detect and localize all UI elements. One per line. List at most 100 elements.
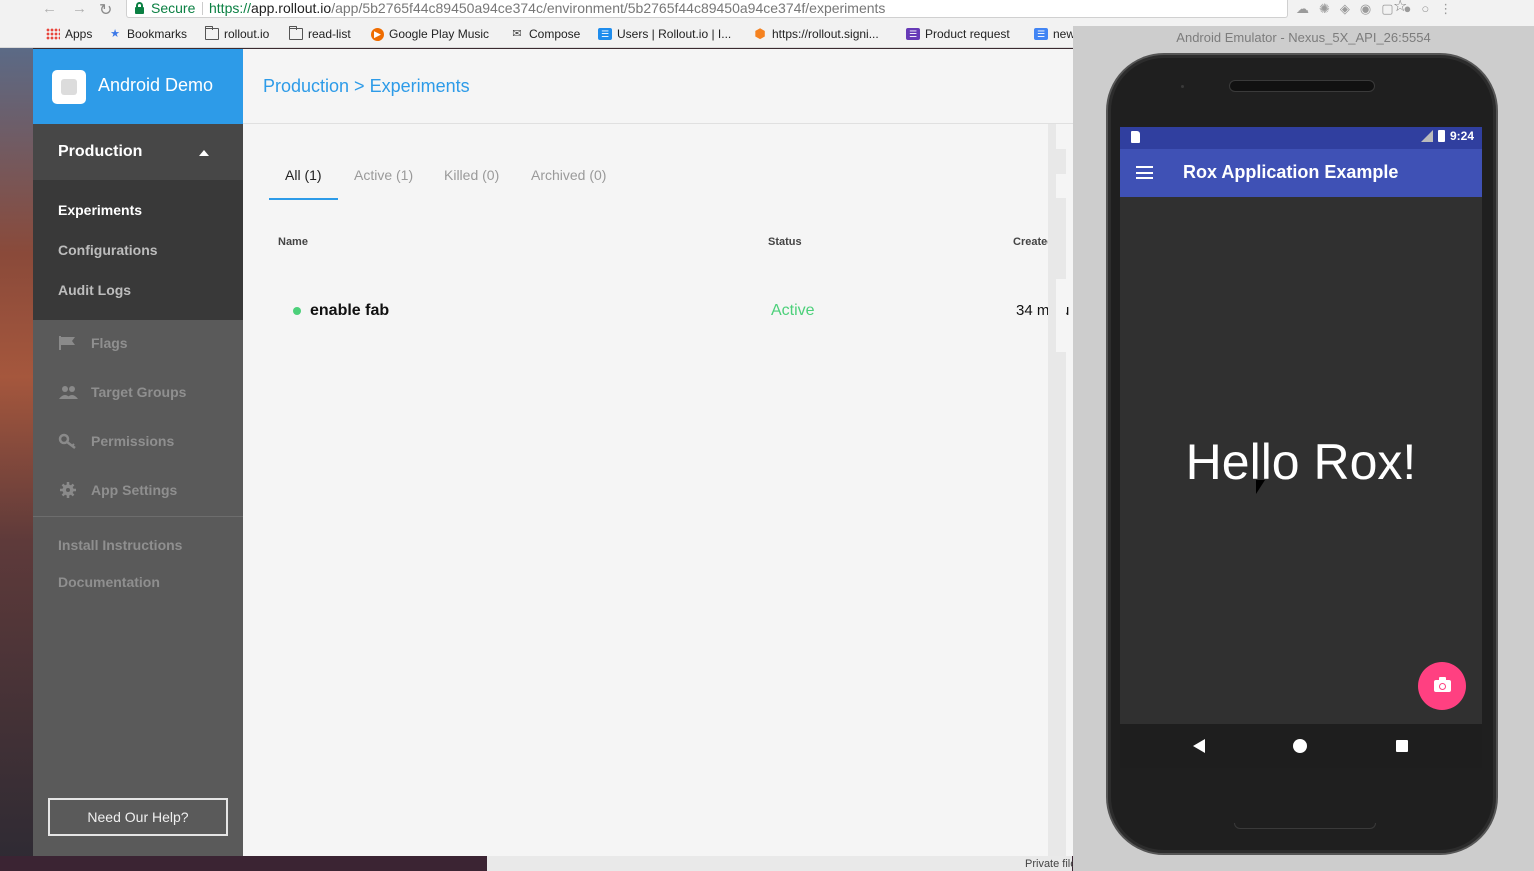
column-header-status[interactable]: Status bbox=[768, 236, 802, 248]
url-protocol: https:// bbox=[209, 0, 252, 16]
brand-header[interactable]: Android Demo bbox=[33, 49, 243, 124]
android-status-bar: 9:24 bbox=[1120, 127, 1482, 149]
subnav-experiments[interactable]: Experiments bbox=[58, 202, 142, 218]
android-app-title: Rox Application Example bbox=[1183, 162, 1399, 182]
tab-all[interactable]: All (1) bbox=[285, 167, 322, 183]
nav-flags[interactable]: Flags bbox=[58, 335, 128, 351]
subnav-configurations[interactable]: Configurations bbox=[58, 242, 158, 258]
address-bar[interactable]: Secure https://app.rollout.io/app/5b2765… bbox=[126, 0, 1407, 18]
sidebar: Android Demo Production Experiments Conf… bbox=[33, 49, 243, 856]
folder-icon bbox=[289, 26, 303, 40]
bookmark-label: rollout.io bbox=[224, 27, 270, 41]
bookmark-label: Product request bbox=[925, 27, 1010, 41]
experiment-name[interactable]: enable fab bbox=[310, 302, 389, 320]
bookmark-compose[interactable]: ✉ Compose bbox=[510, 27, 580, 41]
bookmark-apps[interactable]: Apps bbox=[46, 27, 92, 41]
bookmark-new[interactable]: ☰ new bbox=[1034, 27, 1075, 41]
bookmark-rollout-signin[interactable]: ⬢ https://rollout.signi... bbox=[753, 27, 879, 41]
status-indicators: 9:24 bbox=[1420, 129, 1474, 143]
nav-flags-label: Flags bbox=[91, 335, 128, 351]
menu-icon[interactable] bbox=[1136, 166, 1153, 179]
forward-icon[interactable]: → bbox=[72, 0, 87, 17]
tab-active[interactable]: Active (1) bbox=[354, 167, 413, 183]
bookmark-users-rollout[interactable]: ☰ Users | Rollout.io | I... bbox=[598, 27, 731, 41]
doc-icon: ☰ bbox=[1034, 28, 1048, 40]
status-time: 9:24 bbox=[1449, 129, 1474, 143]
address-separator bbox=[202, 2, 203, 15]
tab-killed[interactable]: Killed (0) bbox=[444, 167, 499, 183]
camera-icon bbox=[1434, 677, 1451, 692]
camera-fab-button[interactable] bbox=[1418, 662, 1466, 710]
bookmark-read-list-folder[interactable]: read-list bbox=[289, 26, 351, 41]
star-icon: ★ bbox=[110, 28, 120, 40]
subnav-audit-logs[interactable]: Audit Logs bbox=[58, 282, 131, 298]
mouse-cursor-icon bbox=[1256, 480, 1265, 494]
home-circle-icon[interactable] bbox=[1293, 739, 1307, 753]
experiment-tabs: All (1) Active (1) Killed (0) Archived (… bbox=[269, 151, 1049, 201]
nav-app-settings[interactable]: App Settings bbox=[58, 482, 177, 498]
bookmark-google-play-music[interactable]: ▶ Google Play Music bbox=[371, 27, 489, 41]
bookmark-label: https://rollout.signi... bbox=[772, 27, 879, 41]
caret-up-icon bbox=[199, 150, 209, 156]
environment-selector[interactable]: Production bbox=[33, 124, 243, 180]
nav-permissions[interactable]: Permissions bbox=[58, 433, 174, 449]
nav-target-groups-label: Target Groups bbox=[91, 384, 187, 400]
secure-label: Secure bbox=[151, 0, 196, 16]
reload-icon[interactable]: ↻ bbox=[99, 0, 112, 20]
bookmark-label: Apps bbox=[65, 27, 93, 41]
status-dot-icon bbox=[293, 307, 301, 315]
users-icon bbox=[58, 384, 78, 400]
url-text: https://app.rollout.io/app/5b2765f44c894… bbox=[209, 0, 885, 16]
folder-icon bbox=[205, 26, 219, 40]
need-help-button[interactable]: Need Our Help? bbox=[48, 798, 228, 836]
scrollbar-gap bbox=[1056, 124, 1066, 149]
bookmark-label: read-list bbox=[308, 27, 351, 41]
compose-icon: ✉ bbox=[512, 28, 522, 40]
taskbar-window-strip bbox=[487, 856, 1072, 871]
status-badge: Active bbox=[771, 302, 815, 319]
play-music-icon: ▶ bbox=[371, 27, 384, 41]
sd-card-icon bbox=[1131, 131, 1140, 143]
page-header: Production > Experiments bbox=[243, 49, 1073, 124]
bookmark-label: Users | Rollout.io | I... bbox=[617, 27, 732, 41]
sidebar-divider bbox=[33, 516, 243, 517]
nav-target-groups[interactable]: Target Groups bbox=[58, 384, 186, 400]
recents-square-icon[interactable] bbox=[1396, 740, 1408, 752]
tab-archived[interactable]: Archived (0) bbox=[531, 167, 606, 183]
active-tab-indicator bbox=[269, 198, 338, 200]
rollout-dashboard: Android Demo Production Experiments Conf… bbox=[33, 49, 1073, 856]
bookmark-label: Compose bbox=[529, 27, 581, 41]
signal-icon bbox=[1420, 130, 1433, 142]
environment-subnav: Experiments Configurations Audit Logs bbox=[33, 180, 243, 320]
gear-icon bbox=[58, 482, 78, 498]
bookmark-label: Google Play Music bbox=[389, 27, 490, 41]
back-icon[interactable]: ← bbox=[42, 0, 57, 17]
extension-icons[interactable]: ☁✺◈◉▢●○⋮ bbox=[1296, 1, 1462, 17]
battery-icon bbox=[1437, 130, 1445, 142]
nav-documentation[interactable]: Documentation bbox=[58, 574, 160, 590]
bookmark-label: new bbox=[1053, 27, 1076, 41]
bookmark-bookmarks[interactable]: ★ Bookmarks bbox=[108, 27, 187, 41]
nav-permissions-label: Permissions bbox=[91, 433, 175, 449]
bookmark-rollout-folder[interactable]: rollout.io bbox=[205, 26, 270, 41]
flag-icon bbox=[58, 335, 78, 351]
back-triangle-icon[interactable] bbox=[1193, 739, 1205, 753]
scrollbar-gap bbox=[1056, 279, 1066, 352]
url-path: /app/5b2765f44c89450a94ce374c/environmen… bbox=[331, 0, 886, 16]
column-header-name[interactable]: Name bbox=[278, 236, 308, 248]
phone-chin bbox=[1234, 823, 1376, 829]
phone-screen: 9:24 Rox Application Example Hello Rox! bbox=[1120, 127, 1482, 724]
apps-grid-icon bbox=[46, 28, 60, 40]
emulator-title: Android Emulator - Nexus_5X_API_26:5554 bbox=[1176, 30, 1431, 45]
bookmark-product-request[interactable]: ☰ Product request bbox=[906, 27, 1010, 41]
vertical-scrollbar[interactable] bbox=[1048, 124, 1066, 856]
environment-name: Production bbox=[58, 143, 143, 160]
breadcrumb[interactable]: Production > Experiments bbox=[263, 76, 470, 97]
nav-app-settings-label: App Settings bbox=[91, 482, 178, 498]
scrollbar-gap bbox=[1056, 174, 1066, 198]
nav-install-instructions[interactable]: Install Instructions bbox=[58, 537, 182, 553]
browser-toolbar: ← → ↻ Secure https://app.rollout.io/app/… bbox=[0, 0, 1534, 20]
lock-icon bbox=[135, 2, 144, 14]
speaker-grille bbox=[1229, 80, 1375, 92]
url-host: app.rollout.io bbox=[251, 0, 332, 16]
